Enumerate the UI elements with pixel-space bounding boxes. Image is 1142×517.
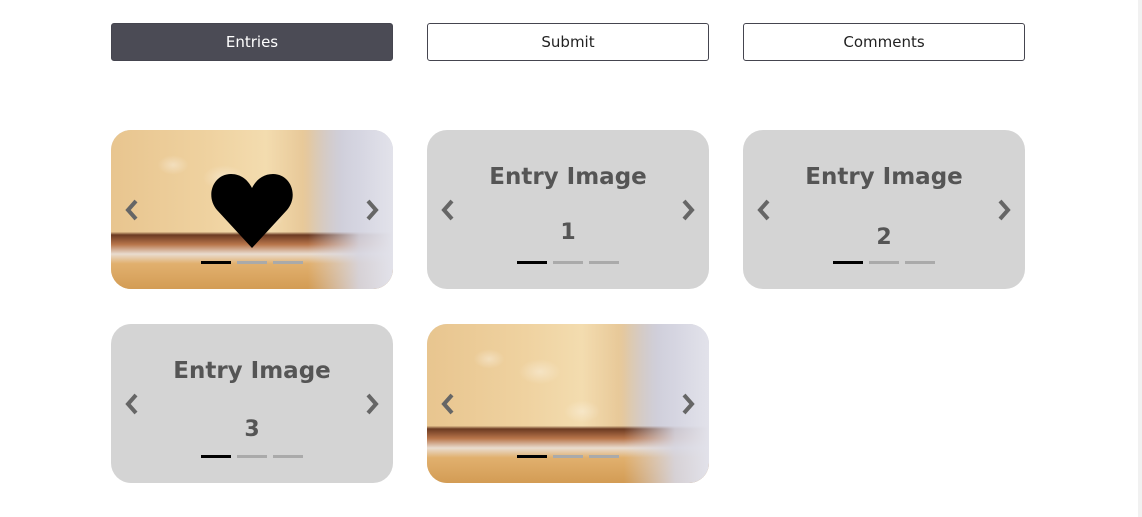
- carousel-indicator[interactable]: [553, 261, 583, 264]
- carousel-indicators: [517, 261, 619, 264]
- carousel-prev-button[interactable]: [437, 390, 459, 418]
- carousel-indicator[interactable]: [589, 455, 619, 458]
- entry-card[interactable]: [427, 324, 709, 483]
- entry-card[interactable]: Entry Image 3: [111, 324, 393, 483]
- entry-card[interactable]: Entry Image 2: [743, 130, 1025, 289]
- carousel-indicators: [517, 455, 619, 458]
- entry-card[interactable]: Entry Image 1: [427, 130, 709, 289]
- carousel-indicator[interactable]: [237, 455, 267, 458]
- chevron-left-icon: [125, 393, 138, 414]
- carousel-indicator[interactable]: [517, 261, 547, 264]
- carousel-indicator[interactable]: [905, 261, 935, 264]
- carousel-indicator[interactable]: [237, 261, 267, 264]
- carousel-prev-button[interactable]: [753, 196, 775, 224]
- carousel-indicators: [201, 455, 303, 458]
- carousel-prev-button[interactable]: [437, 196, 459, 224]
- carousel-prev-button[interactable]: [121, 196, 143, 224]
- carousel-indicator[interactable]: [273, 455, 303, 458]
- carousel-next-button[interactable]: [361, 390, 383, 418]
- carousel-next-button[interactable]: [677, 390, 699, 418]
- chevron-right-icon: [998, 199, 1011, 220]
- carousel-next-button[interactable]: [361, 196, 383, 224]
- scrollbar-track[interactable]: [1138, 0, 1142, 517]
- entry-image-title: Entry Image: [489, 164, 647, 190]
- entry-number: 3: [244, 417, 260, 442]
- chevron-left-icon: [757, 199, 770, 220]
- chevron-right-icon: [682, 199, 695, 220]
- chevron-right-icon: [366, 199, 379, 220]
- carousel-indicator[interactable]: [833, 261, 863, 264]
- entry-image-title: Entry Image: [173, 358, 331, 384]
- chevron-left-icon: [441, 199, 454, 220]
- entry-image-title: Entry Image: [805, 164, 963, 190]
- chevron-left-icon: [125, 199, 138, 220]
- tab-submit[interactable]: Submit: [427, 23, 709, 61]
- carousel-next-button[interactable]: [993, 196, 1015, 224]
- carousel-prev-button[interactable]: [121, 390, 143, 418]
- carousel-indicator[interactable]: [553, 455, 583, 458]
- entry-photo: [427, 324, 709, 483]
- entry-number: 2: [876, 225, 892, 250]
- carousel-indicator[interactable]: [273, 261, 303, 264]
- entry-number: 1: [560, 220, 576, 245]
- carousel-indicator[interactable]: [869, 261, 899, 264]
- entry-card[interactable]: [111, 130, 393, 289]
- tab-entries[interactable]: Entries: [111, 23, 393, 61]
- heart-icon[interactable]: [211, 172, 293, 248]
- carousel-indicator[interactable]: [589, 261, 619, 264]
- carousel-next-button[interactable]: [677, 196, 699, 224]
- chevron-right-icon: [682, 393, 695, 414]
- carousel-indicator[interactable]: [201, 261, 231, 264]
- carousel-indicator[interactable]: [201, 455, 231, 458]
- carousel-indicators: [833, 261, 935, 264]
- chevron-left-icon: [441, 393, 454, 414]
- carousel-indicators: [201, 261, 303, 264]
- tab-comments[interactable]: Comments: [743, 23, 1025, 61]
- carousel-indicator[interactable]: [517, 455, 547, 458]
- chevron-right-icon: [366, 393, 379, 414]
